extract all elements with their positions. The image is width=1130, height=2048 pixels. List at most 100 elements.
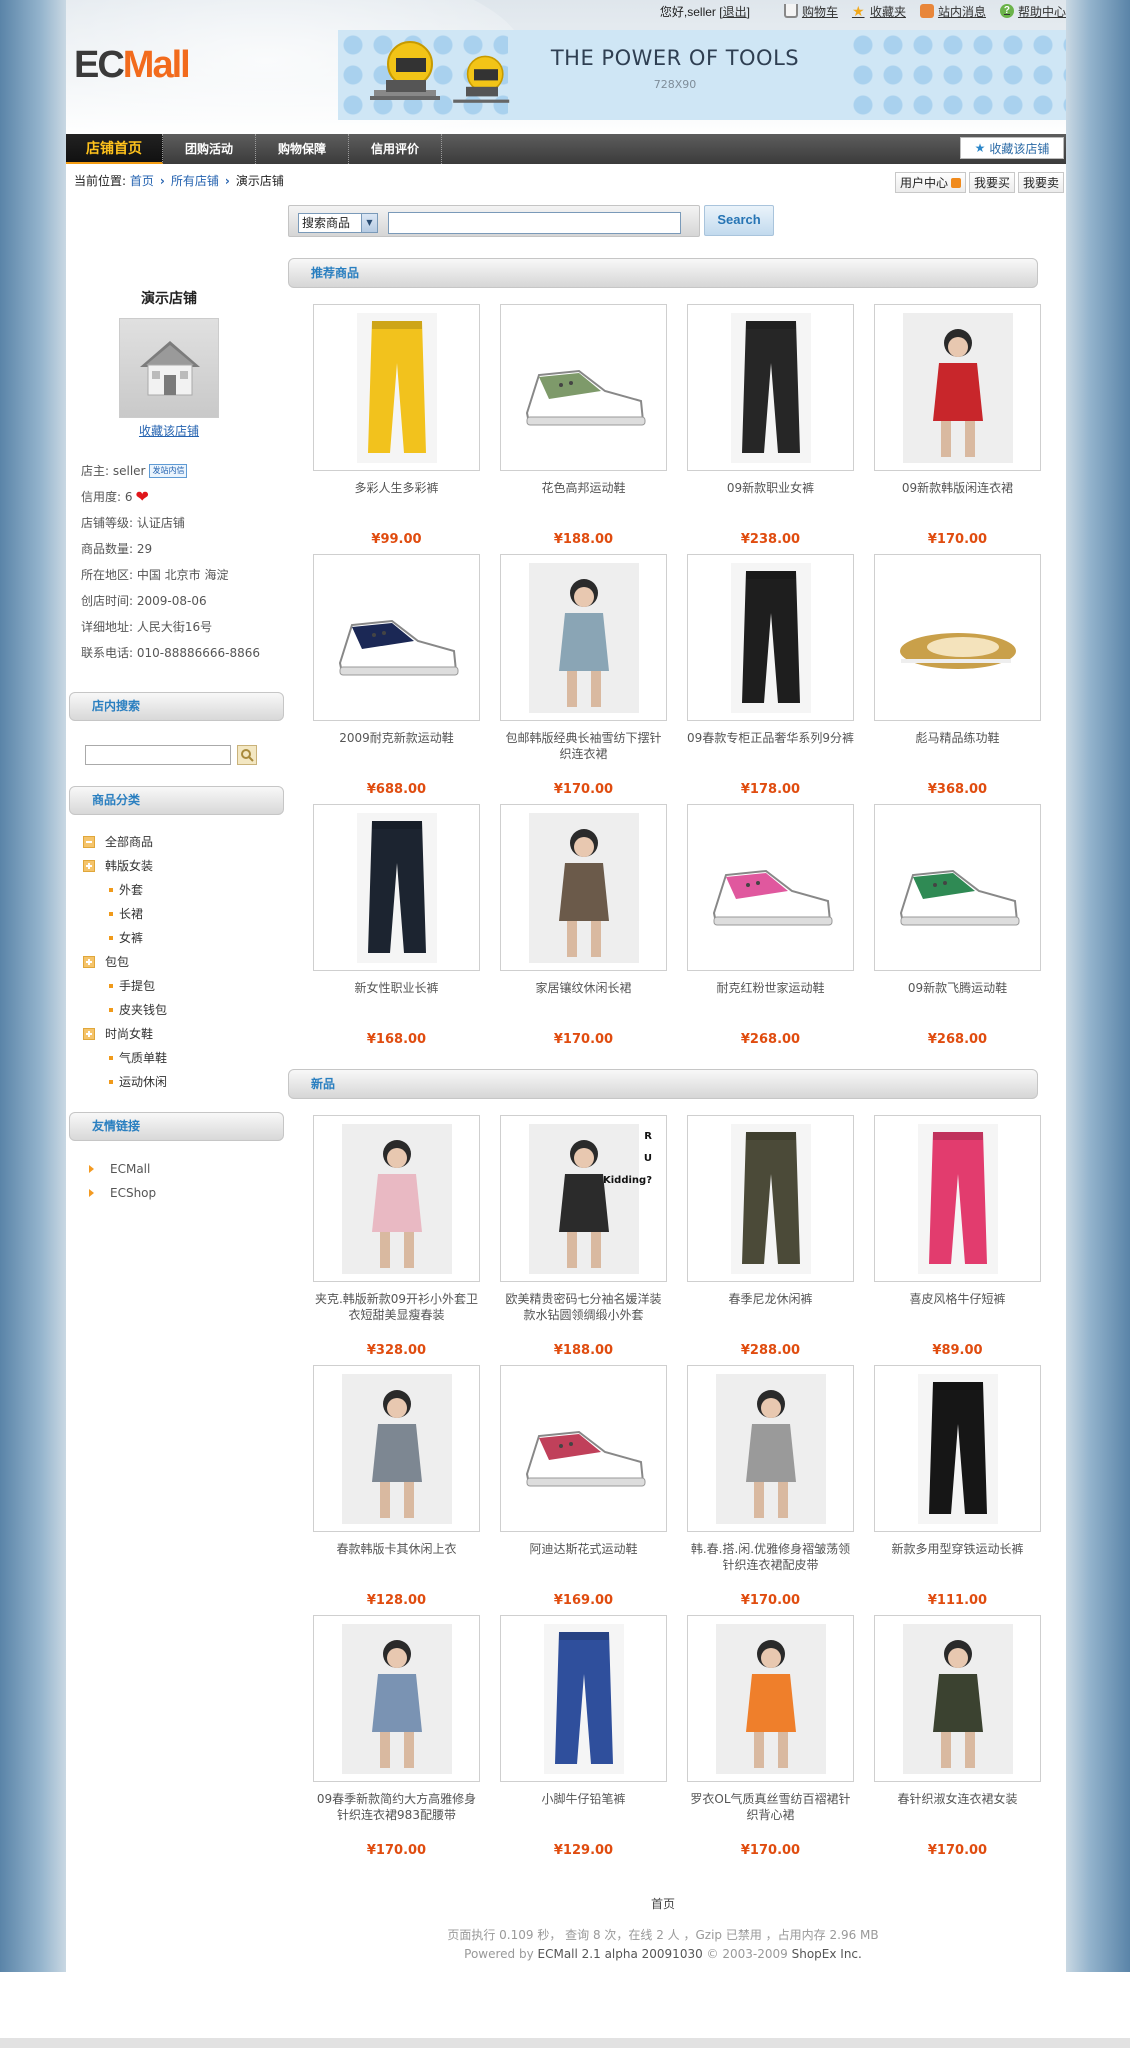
product-image[interactable] [687,1615,854,1782]
pager-first[interactable]: 首页 [288,1895,1038,1912]
product-image[interactable] [687,304,854,471]
help-link[interactable]: ? 帮助中心 [999,3,1066,20]
product-name[interactable]: 耐克红粉世家运动鞋 [687,980,854,996]
breadcrumb-all-stores[interactable]: 所有店铺 [171,174,219,188]
product-name[interactable]: 春季尼龙休闲裤 [687,1291,854,1307]
logout-link[interactable]: 退出 [723,5,747,19]
category-item[interactable]: 运动休闲 [83,1070,283,1094]
product-name[interactable]: 包邮韩版经典长袖雪纺下摆针织连衣裙 [500,730,667,762]
category-item[interactable]: 时尚女鞋 [83,1022,283,1046]
product-image[interactable] [874,554,1041,721]
breadcrumb-home[interactable]: 首页 [130,174,154,188]
product-card[interactable]: 2009耐克新款运动鞋 ¥688.00 [313,554,500,804]
product-card[interactable]: 彪马精品练功鞋 ¥368.00 [874,554,1061,804]
product-image[interactable] [500,1615,667,1782]
category-item[interactable]: 气质单鞋 [83,1046,283,1070]
product-name[interactable]: 09春款专柜正品奢华系列9分裤 [687,730,854,746]
product-card[interactable]: 春季尼龙休闲裤 ¥288.00 [687,1115,874,1365]
product-name[interactable]: 春针织淑女连衣裙女装 [874,1791,1041,1807]
product-name[interactable]: 新女性职业长裤 [313,980,480,996]
user-center-link[interactable]: 用户中心 [894,172,966,193]
product-image[interactable] [874,1115,1041,1282]
product-image[interactable] [500,1365,667,1532]
product-name[interactable]: 阿迪达斯花式运动鞋 [500,1541,667,1557]
search-type-select[interactable]: 搜索商品 ▼ [298,213,378,233]
send-message-button[interactable]: 发站内信 [149,464,188,478]
product-image[interactable] [687,1115,854,1282]
product-name[interactable]: 喜皮风格牛仔短裤 [874,1291,1041,1307]
product-card[interactable]: 喜皮风格牛仔短裤 ¥89.00 [874,1115,1061,1365]
friend-link[interactable]: ECShop [89,1181,269,1205]
favorites-link[interactable]: ★ 收藏夹 [852,3,906,20]
category-item[interactable]: 外套 [83,878,283,902]
product-name[interactable]: 小脚牛仔铅笔裤 [500,1791,667,1807]
product-image[interactable] [313,1115,480,1282]
product-card[interactable]: 罗衣OL气质真丝雪纺百褶裙针织背心裙 ¥170.00 [687,1615,874,1865]
nav-guarantee[interactable]: 购物保障 [256,134,350,164]
product-image[interactable] [313,1615,480,1782]
category-item[interactable]: 女裤 [83,926,283,950]
product-card[interactable]: 夹克.韩版新款09开衫小外套卫衣短甜美显瘦春装 ¥328.00 [313,1115,500,1365]
product-name[interactable]: 花色高邦运动鞋 [500,480,667,496]
product-card[interactable]: 09新款职业女裤 ¥238.00 [687,304,874,554]
product-image[interactable] [313,804,480,971]
search-input[interactable] [388,212,681,234]
product-image[interactable] [313,554,480,721]
product-name[interactable]: 家居镶纹休闲长裙 [500,980,667,996]
product-card[interactable]: 多彩人生多彩裤 ¥99.00 [313,304,500,554]
product-name[interactable]: 韩.春.搭.闲.优雅修身褶皱荡领针织连衣裙配皮带 [687,1541,854,1573]
store-search-button[interactable] [237,745,257,765]
product-image[interactable] [500,554,667,721]
product-image[interactable] [687,804,854,971]
product-image[interactable]: R U Kidding? [500,1115,667,1282]
search-button[interactable]: Search [704,205,774,236]
nav-group-buy[interactable]: 团购活动 [163,134,257,164]
category-item[interactable]: 包包 [83,950,283,974]
product-image[interactable] [687,1365,854,1532]
product-card[interactable]: 新款多用型穿铁运动长裤 ¥111.00 [874,1365,1061,1615]
messages-link[interactable]: 站内消息 [919,3,986,20]
store-search-input[interactable] [85,745,231,765]
product-name[interactable]: 2009耐克新款运动鞋 [313,730,480,746]
product-name[interactable]: 09春季新款简约大方高雅修身针织连衣裙983配腰带 [313,1791,480,1823]
ad-banner[interactable]: THE POWER OF TOOLS 728X90 [338,30,1066,120]
sell-link[interactable]: 我要卖 [1017,172,1064,193]
product-card[interactable]: 小脚牛仔铅笔裤 ¥129.00 [500,1615,687,1865]
nav-credit[interactable]: 信用评价 [349,134,443,164]
product-name[interactable]: 09新款韩版闲连衣裙 [874,480,1041,496]
product-image[interactable] [313,304,480,471]
product-image[interactable] [874,1615,1041,1782]
category-item[interactable]: 全部商品 [83,830,283,854]
company-name[interactable]: ShopEx Inc. [792,1947,862,1961]
product-card[interactable]: 家居镶纹休闲长裙 ¥170.00 [500,804,687,1054]
buy-link[interactable]: 我要买 [968,172,1015,193]
product-card[interactable]: 09新款韩版闲连衣裙 ¥170.00 [874,304,1061,554]
product-card[interactable]: 09春款专柜正品奢华系列9分裤 ¥178.00 [687,554,874,804]
product-card[interactable]: 春款韩版卡其休闲上衣 ¥128.00 [313,1365,500,1615]
product-card[interactable]: 春针织淑女连衣裙女装 ¥170.00 [874,1615,1061,1865]
product-card[interactable]: 耐克红粉世家运动鞋 ¥268.00 [687,804,874,1054]
product-name[interactable]: 09新款职业女裤 [687,480,854,496]
nav-store-home[interactable]: 店铺首页 [66,134,163,164]
product-card[interactable]: 新女性职业长裤 ¥168.00 [313,804,500,1054]
product-card[interactable]: R U Kidding? 欧美精贵密码七分袖名媛洋装款水钻圆领绸缎小外套 ¥188.… [500,1115,687,1365]
product-name[interactable]: 09新款飞腾运动鞋 [874,980,1041,996]
product-image[interactable] [313,1365,480,1532]
product-image[interactable] [500,804,667,971]
product-image[interactable] [687,554,854,721]
product-card[interactable]: 阿迪达斯花式运动鞋 ¥169.00 [500,1365,687,1615]
product-card[interactable]: 包邮韩版经典长袖雪纺下摆针织连衣裙 ¥170.00 [500,554,687,804]
product-image[interactable] [500,304,667,471]
category-item[interactable]: 手提包 [83,974,283,998]
category-item[interactable]: 皮夹钱包 [83,998,283,1022]
product-image[interactable] [874,1365,1041,1532]
product-image[interactable] [874,804,1041,971]
product-card[interactable]: 09春季新款简约大方高雅修身针织连衣裙983配腰带 ¥170.00 [313,1615,500,1865]
product-name[interactable]: 罗衣OL气质真丝雪纺百褶裙针织背心裙 [687,1791,854,1823]
product-image[interactable] [874,304,1041,471]
cart-link[interactable]: 购物车 [783,3,838,20]
category-item[interactable]: 韩版女装 [83,854,283,878]
favorite-store-button[interactable]: ★ 收藏该店铺 [960,137,1064,159]
product-name[interactable]: 多彩人生多彩裤 [313,480,480,496]
product-name[interactable]: 欧美精贵密码七分袖名媛洋装款水钻圆领绸缎小外套 [500,1291,667,1323]
